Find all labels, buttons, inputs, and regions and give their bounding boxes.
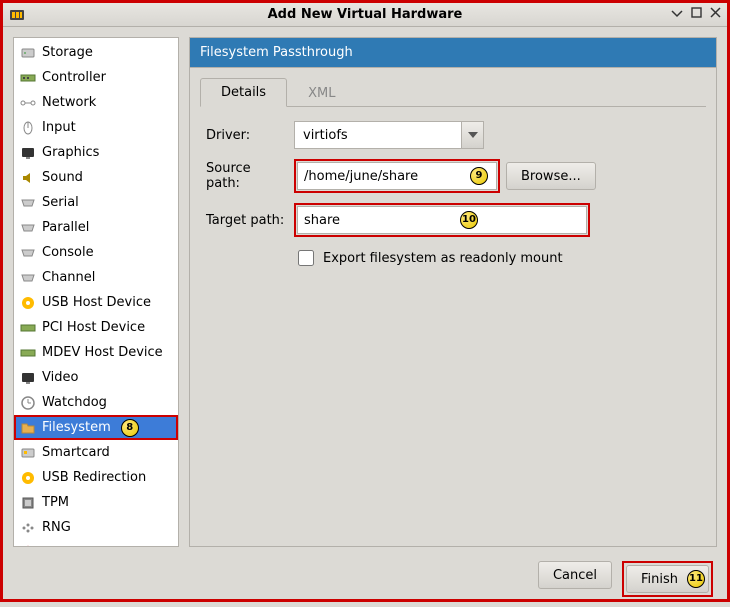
tpm-icon xyxy=(20,495,36,511)
dialog-footer: Cancel Finish 11 xyxy=(3,557,727,607)
sidebar-item-rng[interactable]: RNG xyxy=(14,515,178,540)
panic-icon xyxy=(20,545,36,548)
sidebar-item-label: Channel xyxy=(42,270,95,285)
panel-title: Filesystem Passthrough xyxy=(189,37,717,67)
sidebar-item-label: Console xyxy=(42,245,94,260)
sidebar-item-storage[interactable]: Storage xyxy=(14,40,178,65)
console-icon xyxy=(20,245,36,261)
sidebar-item-serial[interactable]: Serial xyxy=(14,190,178,215)
sidebar-item-label: Video xyxy=(42,370,78,385)
pci-icon xyxy=(20,320,36,336)
sound-icon xyxy=(20,170,36,186)
tab-xml[interactable]: XML xyxy=(287,79,356,107)
readonly-checkbox[interactable] xyxy=(298,250,314,266)
sidebar-item-video[interactable]: Video xyxy=(14,365,178,390)
sidebar-item-label: MDEV Host Device xyxy=(42,345,163,360)
sidebar-item-parallel[interactable]: Parallel xyxy=(14,215,178,240)
sidebar-item-console[interactable]: Console xyxy=(14,240,178,265)
network-icon xyxy=(20,95,36,111)
driver-combobox[interactable]: virtiofs xyxy=(294,121,484,149)
target-path-label: Target path: xyxy=(206,213,288,228)
driver-value: virtiofs xyxy=(303,128,348,143)
sidebar-item-label: Graphics xyxy=(42,145,99,160)
sidebar-item-channel[interactable]: Channel xyxy=(14,265,178,290)
sidebar-item-input[interactable]: Input xyxy=(14,115,178,140)
sidebar-item-pci[interactable]: PCI Host Device xyxy=(14,315,178,340)
sidebar-item-label: Watchdog xyxy=(42,395,107,410)
sidebar-item-filesystem[interactable]: Filesystem 8 xyxy=(14,415,178,440)
sidebar-item-network[interactable]: Network xyxy=(14,90,178,115)
usbredir-icon xyxy=(20,470,36,486)
input-icon xyxy=(20,120,36,136)
sidebar-item-label: Network xyxy=(42,95,96,110)
sidebar-item-label: Filesystem xyxy=(42,420,111,435)
sidebar-item-label: Smartcard xyxy=(42,445,110,460)
sidebar-item-label: USB Redirection xyxy=(42,470,146,485)
sidebar-item-panic[interactable]: Panic Notifier xyxy=(14,540,178,547)
callout-8: 8 xyxy=(121,419,139,437)
mdev-icon xyxy=(20,345,36,361)
rng-icon xyxy=(20,520,36,536)
hardware-sidebar: Storage Controller Network Input Graphics Sou… xyxy=(13,37,179,547)
watchdog-icon xyxy=(20,395,36,411)
storage-icon xyxy=(20,45,36,61)
serial-icon xyxy=(20,195,36,211)
sidebar-item-label: Input xyxy=(42,120,76,135)
sidebar-item-smartcard[interactable]: Smartcard xyxy=(14,440,178,465)
video-icon xyxy=(20,370,36,386)
target-path-input[interactable] xyxy=(297,206,587,234)
minimize-button[interactable] xyxy=(671,7,683,23)
sidebar-item-usbredir[interactable]: USB Redirection xyxy=(14,465,178,490)
sidebar-item-tpm[interactable]: TPM xyxy=(14,490,178,515)
source-path-highlight: 9 xyxy=(294,159,500,193)
sidebar-item-watchdog[interactable]: Watchdog xyxy=(14,390,178,415)
sidebar-item-label: Panic Notifier xyxy=(42,545,128,547)
sidebar-item-label: Storage xyxy=(42,45,93,60)
parallel-icon xyxy=(20,220,36,236)
sidebar-item-label: Parallel xyxy=(42,220,89,235)
source-path-input[interactable] xyxy=(297,162,497,190)
main-panel: Filesystem Passthrough Details XML Drive… xyxy=(189,37,717,547)
maximize-button[interactable] xyxy=(691,7,702,23)
controller-icon xyxy=(20,70,36,86)
sidebar-item-label: USB Host Device xyxy=(42,295,151,310)
sidebar-item-usb[interactable]: USB Host Device xyxy=(14,290,178,315)
app-icon xyxy=(9,7,25,23)
graphics-icon xyxy=(20,145,36,161)
tab-bar: Details XML xyxy=(200,78,706,107)
form: Driver: virtiofs Source path: 9 xyxy=(200,107,706,283)
sidebar-item-label: Serial xyxy=(42,195,79,210)
usb-icon xyxy=(20,295,36,311)
callout-10: 10 xyxy=(460,211,478,229)
sidebar-item-label: TPM xyxy=(42,495,69,510)
smartcard-icon xyxy=(20,445,36,461)
source-path-label: Source path: xyxy=(206,161,288,191)
tab-details[interactable]: Details xyxy=(200,78,287,107)
finish-highlight: Finish 11 xyxy=(622,561,713,597)
target-path-highlight: 10 xyxy=(294,203,590,237)
sidebar-item-graphics[interactable]: Graphics xyxy=(14,140,178,165)
chevron-down-icon xyxy=(461,122,483,148)
dialog-window: Add New Virtual Hardware Storage Controll… xyxy=(0,0,730,602)
sidebar-item-label: RNG xyxy=(42,520,71,535)
cancel-button[interactable]: Cancel xyxy=(538,561,612,589)
sidebar-item-controller[interactable]: Controller xyxy=(14,65,178,90)
close-button[interactable] xyxy=(710,7,721,23)
callout-11: 11 xyxy=(687,570,705,588)
browse-button[interactable]: Browse... xyxy=(506,162,596,190)
sidebar-item-mdev[interactable]: MDEV Host Device xyxy=(14,340,178,365)
sidebar-item-label: Sound xyxy=(42,170,83,185)
sidebar-item-label: Controller xyxy=(42,70,106,85)
titlebar: Add New Virtual Hardware xyxy=(3,3,727,27)
sidebar-item-label: PCI Host Device xyxy=(42,320,145,335)
driver-label: Driver: xyxy=(206,128,288,143)
filesystem-icon xyxy=(20,420,36,436)
channel-icon xyxy=(20,270,36,286)
window-title: Add New Virtual Hardware xyxy=(3,7,727,22)
sidebar-item-sound[interactable]: Sound xyxy=(14,165,178,190)
readonly-label: Export filesystem as readonly mount xyxy=(323,251,563,266)
callout-9: 9 xyxy=(470,167,488,185)
